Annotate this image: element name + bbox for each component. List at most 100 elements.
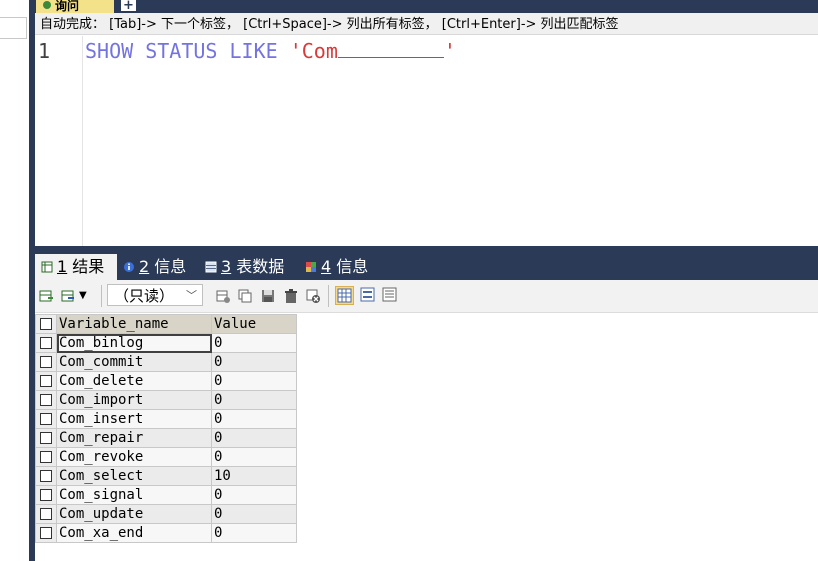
tab-info-num: 4 — [321, 257, 332, 276]
form-view-icon — [360, 287, 375, 302]
delete-icon[interactable] — [283, 288, 299, 304]
variable-name-cell[interactable]: Com_binlog — [56, 333, 212, 353]
table-row[interactable]: Com_repair 0 — [35, 428, 297, 448]
colorful-info-icon — [306, 262, 316, 272]
line-number: 1 — [38, 39, 51, 63]
string-underline — [337, 39, 444, 58]
tab-table-data-label: 表数据 — [231, 257, 285, 276]
grid-icon — [41, 261, 53, 273]
variable-name-cell[interactable]: Com_xa_end — [56, 523, 212, 543]
row-checkbox[interactable] — [35, 428, 57, 448]
readonly-mode-select[interactable]: （只读） ﹀ — [107, 284, 203, 306]
save-icon[interactable] — [260, 288, 276, 304]
grid-header-row: Variable_name Value — [35, 314, 297, 334]
variable-name-cell[interactable]: Com_signal — [56, 485, 212, 505]
table-row[interactable]: Com_import 0 — [35, 390, 297, 410]
table-row[interactable]: Com_binlog 0 — [35, 333, 297, 353]
row-checkbox[interactable] — [35, 466, 57, 486]
value-cell[interactable]: 0 — [211, 409, 297, 429]
line-gutter: 1 — [35, 36, 83, 246]
tab-messages-label: 信息 — [149, 257, 187, 276]
value-cell[interactable]: 10 — [211, 466, 297, 486]
select-all-checkbox[interactable] — [35, 314, 57, 334]
query-tab-label: 询问 — [55, 0, 80, 13]
table-row[interactable]: Com_delete 0 — [35, 371, 297, 391]
row-checkbox[interactable] — [35, 409, 57, 429]
add-row-icon[interactable] — [215, 288, 231, 304]
text-view-icon — [382, 287, 397, 302]
column-header-value[interactable]: Value — [211, 314, 297, 334]
readonly-mode-label: （只读） — [114, 287, 175, 305]
tab-info-label: 信息 — [331, 257, 369, 276]
result-toolbar: ▼ （只读） ﹀ — [35, 280, 818, 313]
result-grid: Variable_name Value Com_binlog 0 Com_com… — [35, 314, 297, 543]
tab-result-num: 1 — [57, 257, 68, 276]
table-data-icon — [205, 261, 217, 273]
query-tab-icon — [43, 1, 51, 9]
row-checkbox[interactable] — [35, 390, 57, 410]
table-row[interactable]: Com_signal 0 — [35, 485, 297, 505]
row-checkbox[interactable] — [35, 504, 57, 524]
text-view-button[interactable] — [381, 286, 400, 305]
import-icon[interactable] — [60, 288, 76, 304]
row-checkbox[interactable] — [35, 485, 57, 505]
value-cell[interactable]: 0 — [211, 390, 297, 410]
tab-messages-num: 2 — [139, 257, 150, 276]
row-checkbox[interactable] — [35, 333, 57, 353]
sql-string-end: ' — [443, 39, 456, 63]
variable-name-cell[interactable]: Com_delete — [56, 371, 212, 391]
table-row[interactable]: Com_select 10 — [35, 466, 297, 486]
table-row[interactable]: Com_insert 0 — [35, 409, 297, 429]
row-checkbox[interactable] — [35, 352, 57, 372]
export-icon[interactable] — [38, 288, 54, 304]
sql-keywords: SHOW STATUS LIKE — [85, 39, 290, 63]
variable-name-cell[interactable]: Com_update — [56, 504, 212, 524]
tab-result-label: 结果 — [67, 257, 105, 276]
value-cell[interactable]: 0 — [211, 371, 297, 391]
table-row[interactable]: Com_commit 0 — [35, 352, 297, 372]
grid-view-button[interactable] — [335, 286, 354, 305]
chevron-down-icon: ﹀ — [186, 289, 197, 302]
column-header-variable-name[interactable]: Variable_name — [56, 314, 212, 334]
row-checkbox[interactable] — [35, 447, 57, 467]
chevron-down-icon[interactable]: ▼ — [79, 288, 95, 304]
duplicate-row-icon[interactable] — [237, 288, 253, 304]
variable-name-cell[interactable]: Com_insert — [56, 409, 212, 429]
table-row[interactable]: Com_revoke 0 — [35, 447, 297, 467]
tab-table-data-num: 3 — [221, 257, 232, 276]
info-icon — [124, 262, 134, 272]
value-cell[interactable]: 0 — [211, 523, 297, 543]
value-cell[interactable]: 0 — [211, 447, 297, 467]
table-row[interactable]: Com_update 0 — [35, 504, 297, 524]
row-checkbox[interactable] — [35, 523, 57, 543]
new-tab-button[interactable]: + — [121, 0, 136, 12]
value-cell[interactable]: 0 — [211, 333, 297, 353]
value-cell[interactable]: 0 — [211, 352, 297, 372]
toolbar-separator — [328, 285, 329, 307]
value-cell[interactable]: 0 — [211, 504, 297, 524]
left-panel-field[interactable] — [0, 17, 27, 39]
tab-info[interactable]: 4 信息 — [299, 254, 381, 280]
variable-name-cell[interactable]: Com_import — [56, 390, 212, 410]
variable-name-cell[interactable]: Com_select — [56, 466, 212, 486]
result-tabs: 1 结果 2 信息 3 表数据 4 信息 — [35, 254, 818, 280]
code-line[interactable]: SHOW STATUS LIKE 'Com ' — [85, 39, 456, 63]
form-view-button[interactable] — [359, 286, 378, 305]
sql-editor[interactable]: 1 SHOW STATUS LIKE 'Com ' — [35, 36, 818, 246]
query-tab[interactable]: 询问 — [36, 0, 114, 13]
value-cell[interactable]: 0 — [211, 428, 297, 448]
row-checkbox[interactable] — [35, 371, 57, 391]
tab-messages[interactable]: 2 信息 — [117, 254, 199, 280]
variable-name-cell[interactable]: Com_repair — [56, 428, 212, 448]
query-tab-bar — [35, 0, 818, 13]
tab-table-data[interactable]: 3 表数据 — [199, 254, 299, 280]
tab-result[interactable]: 1 结果 — [35, 254, 117, 280]
value-cell[interactable]: 0 — [211, 485, 297, 505]
grid-view-icon — [337, 288, 352, 303]
toolbar-separator — [101, 285, 102, 307]
cancel-changes-icon[interactable] — [305, 288, 321, 304]
variable-name-cell[interactable]: Com_revoke — [56, 447, 212, 467]
table-row[interactable]: Com_xa_end 0 — [35, 523, 297, 543]
variable-name-cell[interactable]: Com_commit — [56, 352, 212, 372]
editor-results-splitter[interactable] — [35, 246, 818, 254]
